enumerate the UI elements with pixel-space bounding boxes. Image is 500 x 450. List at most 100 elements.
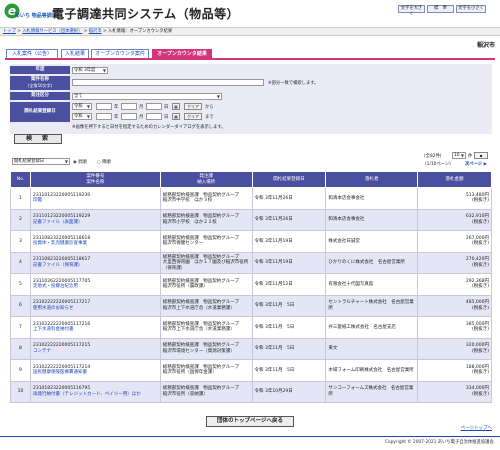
item-name-link[interactable]: 走地式・投擲台紀念用 bbox=[33, 284, 158, 290]
results-table: No. 案件番号 案件名称 発注課 納入場所 開札結果登録日 落札者 落札金額 12… bbox=[10, 171, 492, 403]
item-name-input[interactable] bbox=[72, 79, 264, 86]
sort-select[interactable]: 開札結果登録日 ▼ bbox=[12, 158, 70, 165]
calendar-to-icon[interactable]: ▦ bbox=[172, 113, 180, 120]
department-cell: 総務部契約検査課 物品契約グループ 稲沢市中学校 ほか３校 bbox=[159, 187, 253, 210]
item-name-link[interactable]: 再発行納付書（テレジットカード、ペイジー用）ほか bbox=[33, 392, 158, 398]
item-name-link[interactable]: 上下水道料金納付書 bbox=[33, 327, 158, 333]
row-number: 3 bbox=[10, 230, 31, 253]
item-cell: 23102222220005117216 上下水道料金納付書 bbox=[29, 316, 161, 339]
winner: サンコーフォームズ株式会社 名古屋営業所 bbox=[325, 380, 419, 403]
apply-per-page-button[interactable]: ▪ bbox=[474, 152, 488, 159]
clear-from-button[interactable]: クリア bbox=[184, 103, 202, 110]
era-to-select[interactable]: 令和 ▼ bbox=[72, 113, 92, 120]
month-from-input[interactable] bbox=[121, 103, 137, 110]
result-date-label: 開札結果登録日 bbox=[10, 102, 70, 122]
breadcrumb-top[interactable]: トップ bbox=[3, 29, 16, 34]
copyright: Copyright © 2007-2021 あいち電子自治体推進協議会. bbox=[384, 440, 495, 445]
month-to-input[interactable] bbox=[121, 113, 137, 120]
table-row: 1 23110123220005119230 印鑑 総務部契約検査課 物品契約グループ… bbox=[10, 187, 492, 210]
delivery-place: 稲沢市小学校 ほか２２校 bbox=[162, 219, 217, 225]
row-number: 8 bbox=[10, 337, 31, 360]
day-to-input[interactable] bbox=[146, 113, 162, 120]
tab-bid-notices[interactable]: 入札案件（公告） bbox=[6, 49, 58, 58]
amount-cell: 485,000円 (税抜き) bbox=[417, 294, 492, 317]
clear-to-button[interactable]: クリア bbox=[184, 113, 202, 120]
item-name-link[interactable]: 印鑑 bbox=[33, 198, 158, 204]
item-name-link[interactable]: 記書ファイル（保育課） bbox=[33, 263, 158, 269]
tab-open-counter-items[interactable]: オープンカウンタ案件 bbox=[91, 49, 149, 58]
delivery-place: 稲沢市役所（農政課） bbox=[162, 284, 208, 290]
table-row: 4 23110823220005118617 記書ファイル（保育課） 総務部契約検査課… bbox=[10, 251, 492, 274]
item-name-link[interactable]: 使用水道のお知らせ bbox=[33, 306, 158, 312]
header-date: 開札結果登録日 bbox=[251, 171, 327, 188]
font-small-button[interactable]: 文字を小さく bbox=[456, 5, 486, 13]
sort-asc-label: 昇順 bbox=[78, 160, 87, 165]
tax-note: (税抜き) bbox=[471, 327, 489, 333]
result-date: 令和 3年10月29日 bbox=[251, 380, 327, 403]
winner: セントラルチャート株式会社 名古屋営業所 bbox=[325, 294, 419, 317]
item-name-link[interactable]: コンテナ bbox=[33, 349, 158, 355]
item-cell: 23101823220005116795 再発行納付書（テレジットカード、ペイジー… bbox=[29, 380, 161, 403]
item-name-link[interactable]: 国民健康保険医療費通知書 bbox=[33, 370, 158, 376]
from-label: から bbox=[205, 105, 214, 110]
breadcrumb: トップ > 入札情報サービス（団体選択） > 稲沢市 > 入札情報：オープンカウ… bbox=[0, 27, 500, 36]
page-top-link[interactable]: ページトップへ bbox=[461, 425, 492, 431]
department-cell: 総務部契約検査課 物品契約グループ 稲沢市上下水道庁舎（水道業務課） bbox=[159, 294, 253, 317]
year-to-input[interactable] bbox=[96, 113, 112, 120]
back-to-top-page-button[interactable]: 団体のトップページへ戻る bbox=[206, 416, 294, 427]
table-row: 5 23110262220005117705 走地式・投擲台紀念用 総務部契約検査課 … bbox=[10, 273, 492, 296]
amount-cell: 632,910円 (税抜き) bbox=[417, 208, 492, 231]
tab-underline bbox=[5, 58, 495, 60]
item-name-link[interactable]: 投資体・乳児健康診査事業 bbox=[33, 241, 158, 247]
department-cell: 総務部契約検査課 物品契約グループ 稲沢市環境センター（資源対策課） bbox=[159, 337, 253, 360]
department-cell: 総務部契約検査課 物品契約グループ 稲沢市役所（農政課） bbox=[159, 273, 253, 296]
sort-asc-radio[interactable]: ◉ 昇順 bbox=[73, 159, 87, 165]
tax-note: (税抜き) bbox=[471, 391, 489, 397]
fiscal-year-select[interactable]: 令和 3年度 ▼ bbox=[72, 67, 108, 74]
next-page-link[interactable]: 次ページ ▶ bbox=[465, 161, 487, 167]
month-suffix: 月 bbox=[139, 115, 144, 120]
delivery-place: 稲沢市中学校 ほか３校 bbox=[162, 198, 213, 204]
chevron-down-icon: ▼ bbox=[64, 159, 68, 164]
search-button[interactable]: 検 索 bbox=[14, 134, 62, 144]
delivery-place: 稲沢市役所（国保年金課） bbox=[162, 370, 217, 376]
tax-note: (税抜き) bbox=[471, 241, 489, 247]
per-page-select[interactable]: 10 ▼ bbox=[452, 152, 466, 159]
tax-note: (税抜き) bbox=[471, 348, 489, 354]
font-standard-button[interactable]: 標 準 bbox=[427, 5, 454, 13]
item-cell: 23110123220005119230 印鑑 bbox=[29, 187, 161, 210]
winner: 有限会社十代図写真館 bbox=[325, 273, 419, 296]
calendar-note: ※画像を押下すると日付を指定するためのカレンダーダイアログを表示します。 bbox=[72, 125, 226, 130]
tab-bid-results[interactable]: 入札結果 bbox=[61, 49, 89, 58]
amount-cell: 513,480円 (税抜き) bbox=[417, 187, 492, 210]
year-from-input[interactable] bbox=[96, 103, 112, 110]
breadcrumb-city[interactable]: 稲沢市 bbox=[89, 29, 102, 34]
winner: 和清本店会事会社 bbox=[325, 187, 419, 210]
winner: 株式会社日誠堂 bbox=[325, 230, 419, 253]
chevron-down-icon: ▼ bbox=[102, 68, 106, 73]
amount-cell: 320,000円 (税抜き) bbox=[417, 337, 492, 360]
sort-desc-radio[interactable]: ○ 降順 bbox=[97, 159, 111, 165]
department: 総務部契約検査課 物品契約グループ bbox=[162, 386, 239, 392]
order-category-select[interactable]: 全て ▼ bbox=[72, 93, 222, 100]
winner: 弁三菱紙工株式会社 名古屋支店 bbox=[325, 316, 419, 339]
item-cell: 23102222220005117214 国民健康保険医療費通知書 bbox=[29, 359, 161, 382]
item-name-link[interactable]: 記書ファイル（表面課） bbox=[33, 220, 158, 226]
tab-open-counter-results[interactable]: オープンカウンタ結果 bbox=[152, 49, 212, 58]
fiscal-year-label: 年度 bbox=[10, 66, 70, 74]
item-cell: 23102222220005117215 コンテナ bbox=[29, 337, 161, 360]
department-cell: 総務部契約検査課 物品契約グループ 稲沢市上下水道庁舎（水道業務課） bbox=[159, 316, 253, 339]
day-from-input[interactable] bbox=[146, 103, 162, 110]
table-body: 1 23110123220005119230 印鑑 総務部契約検査課 物品契約グループ… bbox=[10, 187, 492, 403]
font-large-button[interactable]: 文字を大きく bbox=[398, 5, 425, 17]
result-date: 令和 3年11月 5日 bbox=[251, 294, 327, 317]
era-from-select[interactable]: 令和 ▼ bbox=[72, 103, 92, 110]
table-row: 3 23110823220005118618 投資体・乳児健康診査事業 総務部契約検査… bbox=[10, 230, 492, 253]
chevron-down-icon: ▼ bbox=[216, 94, 220, 99]
footer-divider bbox=[0, 436, 500, 437]
total-count: (全82件) bbox=[424, 154, 442, 159]
row-number: 1 bbox=[10, 187, 31, 210]
table-row: 7 23102222220005117216 上下水道料金納付書 総務部契約検査課 物… bbox=[10, 316, 492, 339]
breadcrumb-org-select[interactable]: 入札情報サービス（団体選択） bbox=[22, 29, 82, 34]
calendar-from-icon[interactable]: ▦ bbox=[172, 103, 180, 110]
